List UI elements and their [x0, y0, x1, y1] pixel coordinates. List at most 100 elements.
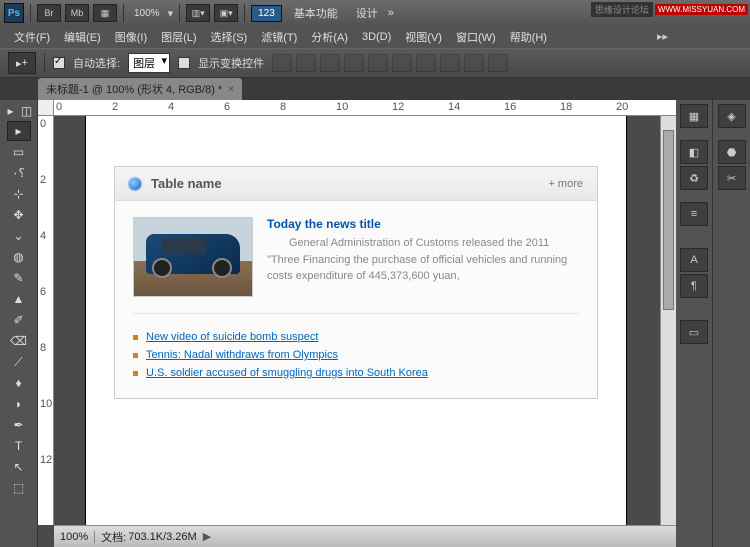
screen-mode-button[interactable]: ▣▾ — [214, 4, 238, 22]
news-link[interactable]: Tennis: Nadal withdraws from Olympics — [146, 349, 338, 361]
more-link[interactable]: + more — [548, 178, 583, 190]
options-bar: ▸+ 自动选择: 图层 显示变换控件 ▸▸ — [0, 48, 750, 78]
menu-select[interactable]: 选择(S) — [205, 27, 254, 47]
tool-healing[interactable]: ◍ — [7, 247, 31, 267]
menu-analysis[interactable]: 分析(A) — [305, 27, 354, 47]
zoom-level[interactable]: 100% — [130, 8, 164, 19]
panel-properties-icon[interactable]: ≡ — [680, 202, 708, 226]
panel-collapse-icon[interactable]: ▸▸ — [657, 30, 668, 43]
panel-scissors-icon[interactable]: ✂ — [718, 166, 746, 190]
list-item: U.S. soldier accused of smuggling drugs … — [133, 364, 579, 382]
status-zoom[interactable]: 100% — [54, 531, 95, 543]
bullet-square-icon — [133, 335, 138, 340]
tool-move[interactable]: ▸ — [7, 121, 31, 141]
panel-history-icon[interactable]: ♻ — [680, 166, 708, 190]
scroll-thumb[interactable] — [663, 130, 674, 310]
canvas-viewport[interactable]: Table name + more Today the news title G… — [54, 116, 660, 525]
tool-path[interactable]: ↖ — [7, 457, 31, 477]
artboard: Table name + more Today the news title G… — [86, 116, 626, 525]
panel-character-icon[interactable]: A — [680, 248, 708, 272]
menu-view[interactable]: 视图(V) — [399, 27, 448, 47]
news-link-list: New video of suicide bomb suspect Tennis… — [133, 314, 579, 382]
ruler-origin[interactable] — [38, 100, 54, 116]
scrollbar-vertical[interactable] — [660, 116, 676, 525]
featured-news: Today the news title General Administrat… — [133, 217, 579, 314]
menu-filter[interactable]: 滤镜(T) — [255, 27, 303, 47]
tool-wand[interactable]: ⊹ — [7, 184, 31, 204]
ruler-vertical[interactable]: 024681012 — [38, 116, 54, 525]
list-item: New video of suicide bomb suspect — [133, 328, 579, 346]
panel-color-icon[interactable]: ▦ — [680, 104, 708, 128]
status-arrow-icon[interactable]: ▶ — [197, 530, 217, 543]
panel-navigator-icon[interactable]: ◈ — [718, 104, 746, 128]
workspace-more-icon[interactable]: » — [388, 7, 394, 19]
list-item: Tennis: Nadal withdraws from Olympics — [133, 346, 579, 364]
close-tab-icon[interactable]: × — [228, 84, 234, 95]
tool-dodge[interactable]: ◗ — [7, 394, 31, 414]
auto-select-checkbox[interactable] — [53, 57, 65, 69]
tool-arrow-icon[interactable]: ▸ — [3, 102, 19, 120]
news-link[interactable]: New video of suicide bomb suspect — [146, 331, 318, 343]
watermark: 思缘设计论坛 WWW.MISSYUAN.COM — [591, 2, 748, 17]
arrange-docs-button[interactable]: ▥▾ — [186, 4, 210, 22]
auto-select-dropdown[interactable]: 图层 — [128, 53, 170, 73]
panel-styles-icon[interactable]: ⬣ — [718, 140, 746, 164]
menu-bar: 文件(F) 编辑(E) 图像(I) 图层(L) 选择(S) 滤镜(T) 分析(A… — [0, 26, 750, 48]
canvas-area: 02468101214161820 024681012 Table name +… — [38, 100, 676, 547]
app-bar: Ps Br Mb ▦ 100% ▾ ▥▾ ▣▾ 123 基本功能 设计 » 思缘… — [0, 0, 750, 26]
panel-dock: ▦ ◧ ♻ ≡ A ¶ ▭ ◈ ⬣ ✂ — [676, 100, 750, 547]
workspace-basic[interactable]: 基本功能 — [286, 5, 346, 21]
tool-crop[interactable]: ✥ — [7, 205, 31, 225]
tool-stamp[interactable]: ▲ — [7, 289, 31, 309]
cs-live-button[interactable]: 123 — [251, 5, 282, 22]
menu-layer[interactable]: 图层(L) — [155, 27, 202, 47]
show-transform-label: 显示变换控件 — [198, 55, 264, 71]
bullet-square-icon — [133, 353, 138, 358]
toolbox: ▸◫ ▸ ▭ ۰؟ ⊹ ✥ ⌄ ◍ ✎ ▲ ✐ ⌫ ⟋ ♦ ◗ ✒ T ↖ ⬚ — [0, 100, 38, 547]
news-excerpt: General Administration of Customs releas… — [267, 235, 579, 285]
tool-pen[interactable]: ✒ — [7, 415, 31, 435]
panel-swatches-icon[interactable]: ◧ — [680, 140, 708, 164]
zoom-dropdown-icon[interactable]: ▾ — [168, 7, 174, 20]
status-bar: 100% 文档: 703.1K/3.26M ▶ — [54, 525, 676, 547]
panel-layers-icon[interactable]: ▭ — [680, 320, 708, 344]
tool-eraser[interactable]: ⌫ — [7, 331, 31, 351]
tool-blur[interactable]: ♦ — [7, 373, 31, 393]
workspace-design[interactable]: 设计 — [350, 5, 384, 21]
menu-help[interactable]: 帮助(H) — [504, 27, 553, 47]
tool-eyedropper[interactable]: ⌄ — [7, 226, 31, 246]
tool-lasso[interactable]: ۰؟ — [7, 163, 31, 183]
status-doc-size: 703.1K/3.26M — [128, 531, 197, 543]
menu-file[interactable]: 文件(F) — [8, 27, 56, 47]
panel-paragraph-icon[interactable]: ¶ — [680, 274, 708, 298]
move-tool-preset-icon[interactable]: ▸+ — [8, 52, 36, 74]
tool-brush[interactable]: ✎ — [7, 268, 31, 288]
bridge-button[interactable]: Br — [37, 4, 61, 22]
menu-image[interactable]: 图像(I) — [109, 27, 153, 47]
tool-history[interactable]: ✐ — [7, 310, 31, 330]
ps-logo-icon: Ps — [4, 3, 24, 23]
news-link[interactable]: U.S. soldier accused of smuggling drugs … — [146, 367, 428, 379]
bullet-square-icon — [133, 371, 138, 376]
ruler-horizontal[interactable]: 02468101214161820 — [54, 100, 676, 116]
tool-marquee[interactable]: ▭ — [7, 142, 31, 162]
tool-artboard-icon[interactable]: ◫ — [19, 102, 35, 120]
card-header: Table name + more — [115, 167, 597, 201]
menu-window[interactable]: 窗口(W) — [450, 27, 502, 47]
document-tab[interactable]: 未标题-1 @ 100% (形状 4, RGB/8) * × — [38, 78, 242, 100]
document-tab-title: 未标题-1 @ 100% (形状 4, RGB/8) * — [46, 81, 222, 97]
news-card: Table name + more Today the news title G… — [114, 166, 598, 399]
view-extras-button[interactable]: ▦ — [93, 4, 117, 22]
show-transform-checkbox[interactable] — [178, 57, 190, 69]
news-title[interactable]: Today the news title — [267, 217, 579, 231]
menu-edit[interactable]: 编辑(E) — [58, 27, 107, 47]
tool-shape[interactable]: ⬚ — [7, 478, 31, 498]
auto-select-label: 自动选择: — [73, 55, 120, 71]
bullet-icon — [129, 178, 141, 190]
menu-3d[interactable]: 3D(D) — [356, 29, 397, 45]
minibridge-button[interactable]: Mb — [65, 4, 89, 22]
tool-type[interactable]: T — [7, 436, 31, 456]
status-doc-label: 文档: — [95, 529, 128, 545]
news-thumbnail — [133, 217, 253, 297]
tool-gradient[interactable]: ⟋ — [7, 352, 31, 372]
